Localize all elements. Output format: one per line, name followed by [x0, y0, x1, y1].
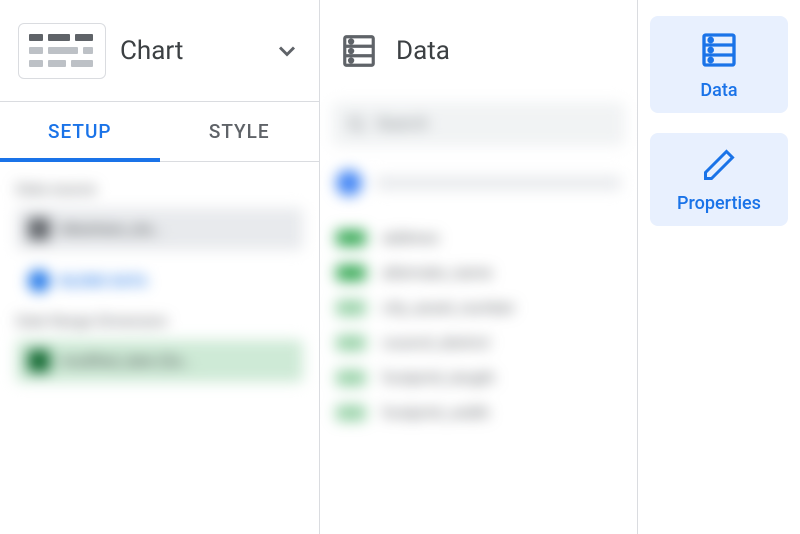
side-tab-data[interactable]: Data [650, 16, 788, 113]
side-tab-properties[interactable]: Properties [650, 133, 788, 226]
dimension-badge-icon [336, 370, 366, 386]
data-source-label: Data source [16, 180, 303, 198]
pencil-icon [701, 147, 737, 183]
tab-setup[interactable]: SETUP [0, 102, 160, 161]
dimension-badge-icon [336, 230, 366, 246]
chart-type-label: Chart [120, 36, 259, 66]
search-placeholder: Search [376, 114, 428, 134]
chevron-down-icon [273, 37, 301, 65]
datasource-icon [28, 218, 50, 240]
chart-tabs: SETUP STYLE [0, 102, 319, 162]
data-panel-title: Data [396, 36, 450, 66]
database-icon [340, 32, 378, 70]
source-dot-icon [336, 170, 362, 196]
side-tab-properties-label: Properties [677, 193, 761, 214]
field-item[interactable]: city_asset_number [332, 290, 625, 325]
dimension-badge-icon [336, 335, 366, 351]
search-icon [346, 114, 366, 134]
data-source-row[interactable] [332, 170, 625, 196]
field-name: alternate_name [382, 263, 492, 282]
dimension-badge-icon [336, 265, 366, 281]
field-name: council_district [382, 333, 490, 352]
data-panel-header: Data [320, 0, 637, 102]
blend-icon [28, 270, 50, 292]
database-icon [699, 30, 739, 70]
tab-style[interactable]: STYLE [160, 102, 320, 161]
date-range-chip[interactable]: modified_date (Da... [16, 340, 303, 382]
blend-data-button[interactable]: BLEND DATA [16, 260, 303, 302]
date-range-value: modified_date (Da... [60, 352, 194, 370]
date-range-label: Date Range Dimension [16, 312, 303, 330]
field-item[interactable]: address [332, 220, 625, 255]
dimension-badge-icon [336, 405, 366, 421]
calendar-icon [28, 350, 50, 372]
field-search-input[interactable]: Search [332, 102, 625, 146]
field-item[interactable]: council_district [332, 325, 625, 360]
data-source-chip[interactable]: bikeshare_sta... [16, 208, 303, 250]
dimension-badge-icon [336, 300, 366, 316]
table-chart-icon [18, 23, 106, 79]
setup-body: Data source bikeshare_sta... BLEND DATA … [0, 162, 319, 534]
data-source-value: bikeshare_sta... [60, 220, 164, 238]
field-item[interactable]: footprint_length [332, 360, 625, 395]
chart-type-selector[interactable]: Chart [0, 0, 319, 102]
blend-label: BLEND DATA [60, 272, 147, 290]
field-name: footprint_length [382, 368, 495, 387]
data-panel: Data Search address alternate_name city_… [320, 0, 638, 534]
field-item[interactable]: footprint_width [332, 395, 625, 430]
side-rail: Data Properties [638, 0, 800, 534]
field-name: address [382, 228, 439, 247]
data-body: Search address alternate_name city_asset… [320, 102, 637, 534]
source-name-placeholder [376, 176, 621, 190]
chart-panel: Chart SETUP STYLE Data source bikeshare_… [0, 0, 320, 534]
field-name: city_asset_number [382, 298, 515, 317]
field-name: footprint_width [382, 403, 490, 422]
field-item[interactable]: alternate_name [332, 255, 625, 290]
side-tab-data-label: Data [700, 80, 737, 101]
